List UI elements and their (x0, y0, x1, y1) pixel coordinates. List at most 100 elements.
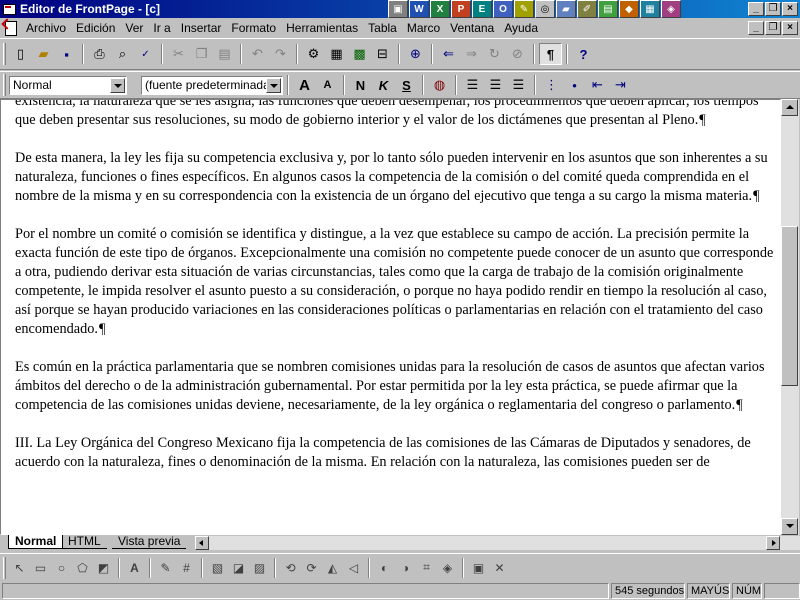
toolbar-grip[interactable] (3, 43, 6, 65)
scroll-right-icon[interactable] (766, 536, 780, 550)
align-left-icon[interactable]: ☰ (461, 74, 484, 96)
circle-icon[interactable]: ○ (51, 557, 72, 579)
tab-vista-previa[interactable]: Vista previa (112, 535, 187, 549)
doc-close-icon[interactable]: × (782, 21, 798, 35)
polygon-icon[interactable]: ⬠ (72, 557, 93, 579)
toolbar-grip-2[interactable] (3, 74, 6, 96)
frontpage-app-icon[interactable] (2, 2, 16, 16)
paragraph[interactable]: Es común en la práctica parlamentaria qu… (15, 358, 777, 415)
increase-indent-icon[interactable]: ⇥ (609, 74, 632, 96)
brightness-icon[interactable]: ◑ (395, 557, 416, 579)
title-bar[interactable]: Editor de FrontPage - [c] ▣ W X P E O ✎ … (0, 0, 800, 18)
image-toolbar-icon-2[interactable]: ◪ (228, 557, 249, 579)
paragraph[interactable]: III. La Ley Orgánica del Congreso Mexica… (15, 434, 777, 472)
tab-html[interactable]: HTML (62, 535, 107, 549)
insert-image-icon[interactable]: ▩ (348, 43, 371, 65)
bold-icon[interactable]: N (349, 74, 372, 96)
rectangle-icon[interactable]: ▭ (30, 557, 51, 579)
shortcut-icon-13[interactable]: ▦ (640, 0, 660, 18)
underline-icon[interactable]: S (395, 74, 418, 96)
cut-icon[interactable]: ✂ (167, 43, 190, 65)
copy-icon[interactable]: ❐ (190, 43, 213, 65)
paragraph[interactable]: existencia, la naturaleza que se les asi… (15, 100, 777, 130)
shortcut-icon-11[interactable]: ▤ (598, 0, 618, 18)
scroll-down-icon[interactable] (781, 518, 798, 535)
image-toolbar-icon-1[interactable]: ▧ (207, 557, 228, 579)
menu-tabla[interactable]: Tabla (363, 21, 402, 35)
excel-icon[interactable]: X (430, 0, 450, 18)
document-editor[interactable]: existencia, la naturaleza que se les asi… (0, 99, 781, 535)
resample-icon[interactable]: ✕ (489, 557, 510, 579)
scroll-thumb[interactable] (781, 226, 798, 386)
bulleted-list-icon[interactable]: • (563, 74, 586, 96)
insert-table-icon[interactable]: ▦ (325, 43, 348, 65)
paste-icon[interactable]: ▤ (213, 43, 236, 65)
webbot-icon[interactable]: ⚙ (302, 43, 325, 65)
undo-icon[interactable]: ↶ (246, 43, 269, 65)
help-icon[interactable]: ? (572, 43, 595, 65)
decrease-indent-icon[interactable]: ⇤ (586, 74, 609, 96)
new-page-icon[interactable]: ▯ (9, 43, 32, 65)
menu-marco[interactable]: Marco (402, 21, 445, 35)
font-combo[interactable]: (fuente predeterminada) (141, 75, 283, 95)
stop-icon[interactable]: ⊘ (506, 43, 529, 65)
menu-ayuda[interactable]: Ayuda (499, 21, 543, 35)
powerpoint-icon[interactable]: P (451, 0, 471, 18)
rotate-right-icon[interactable]: ⟳ (301, 557, 322, 579)
print-preview-icon[interactable]: ⌕ (111, 43, 134, 65)
shortcut-icon-7[interactable]: ✎ (514, 0, 534, 18)
flip-vertical-icon[interactable]: ◁ (343, 557, 364, 579)
back-arrow-icon[interactable]: ⇐ (437, 43, 460, 65)
menu-ventana[interactable]: Ventana (445, 21, 499, 35)
scroll-up-icon[interactable] (781, 99, 798, 116)
vertical-scrollbar[interactable] (781, 99, 799, 535)
paragraph[interactable]: Por el nombre un comité o comisión se id… (15, 225, 777, 339)
chevron-down-icon[interactable] (110, 77, 125, 93)
word-icon[interactable]: W (409, 0, 429, 18)
restore-image-icon[interactable]: ▣ (468, 557, 489, 579)
menu-herramientas[interactable]: Herramientas (281, 21, 363, 35)
menu-formato[interactable]: Formato (226, 21, 281, 35)
horizontal-scrollbar[interactable] (195, 536, 800, 550)
outlook-icon[interactable]: O (493, 0, 513, 18)
image-toolbar-icon-3[interactable]: ▨ (249, 557, 270, 579)
paragraph[interactable]: De esta manera, la ley les fija su compe… (15, 149, 777, 206)
spelling-icon[interactable]: ✓ (134, 43, 157, 65)
print-icon[interactable]: ⎙ (88, 43, 111, 65)
shortcut-icon-8[interactable]: ◎ (535, 0, 555, 18)
close-icon[interactable]: × (782, 2, 798, 16)
hash-icon[interactable]: # (176, 557, 197, 579)
pencil-icon[interactable]: ✎ (155, 557, 176, 579)
flip-horizontal-icon[interactable]: ◭ (322, 557, 343, 579)
menu-ver[interactable]: Ver (120, 21, 148, 35)
increase-font-size-icon[interactable]: A (293, 74, 316, 96)
shortcut-icon-14[interactable]: ◈ (661, 0, 681, 18)
shortcut-icon-1[interactable]: ▣ (388, 0, 408, 18)
align-right-icon[interactable]: ☰ (507, 74, 530, 96)
shortcut-icon-9[interactable]: ▰ (556, 0, 576, 18)
italic-icon[interactable]: K (372, 74, 395, 96)
shortcut-icon-10[interactable]: ✐ (577, 0, 597, 18)
crop-icon[interactable]: ⌗ (416, 557, 437, 579)
doc-restore-icon[interactable]: ❐ (765, 21, 781, 35)
show-paragraph-marks-icon[interactable]: ¶ (539, 43, 562, 65)
select-arrow-icon[interactable]: ↖ (9, 557, 30, 579)
redo-icon[interactable]: ↷ (269, 43, 292, 65)
toolbar-grip-3[interactable] (3, 556, 6, 579)
refresh-icon[interactable]: ↻ (483, 43, 506, 65)
align-center-icon[interactable]: ☰ (484, 74, 507, 96)
tab-normal[interactable]: Normal (8, 535, 64, 549)
forward-arrow-icon[interactable]: ⇒ (460, 43, 483, 65)
text-color-icon[interactable]: ◍ (428, 74, 451, 96)
publisher-icon[interactable]: E (472, 0, 492, 18)
menu-edicion[interactable]: Edición (71, 21, 120, 35)
restore-icon[interactable]: ❐ (765, 2, 781, 16)
hyperlink-icon[interactable]: ⊕ (404, 43, 427, 65)
text-tool-icon[interactable]: A (124, 557, 145, 579)
contrast-icon[interactable]: ◐ (374, 557, 395, 579)
open-folder-icon[interactable]: ▰ (32, 43, 55, 65)
minimize-icon[interactable]: _ (748, 2, 764, 16)
save-icon[interactable]: ▪ (55, 43, 78, 65)
rotate-left-icon[interactable]: ⟲ (280, 557, 301, 579)
doc-minimize-icon[interactable]: _ (748, 21, 764, 35)
